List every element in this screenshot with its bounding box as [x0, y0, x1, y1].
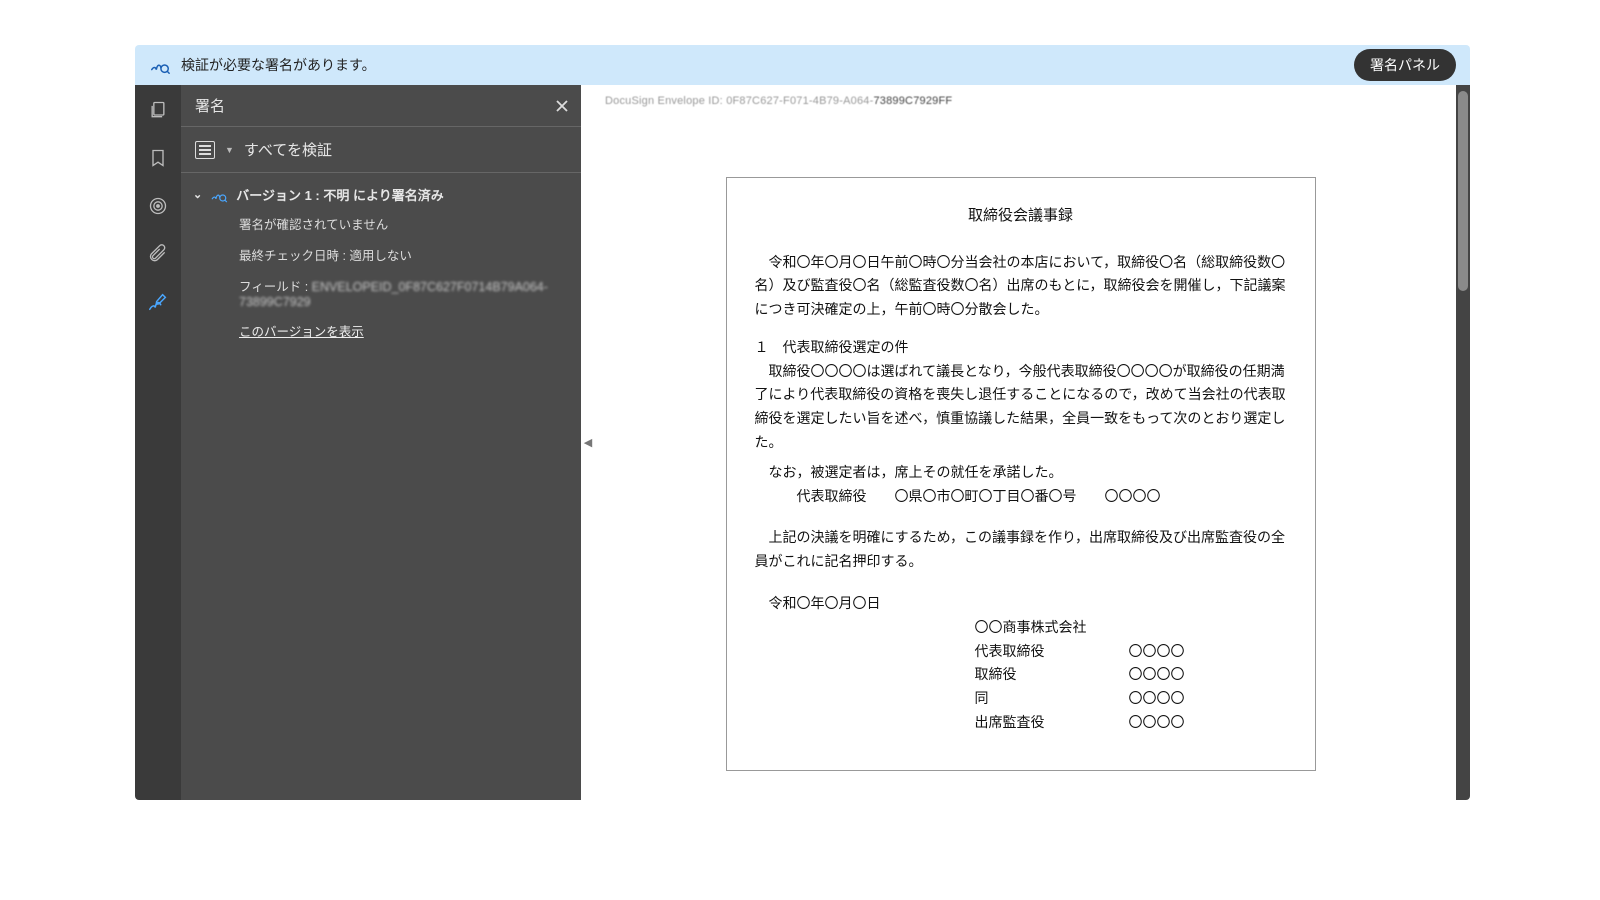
signatory-row: 取締役 〇〇〇〇: [975, 664, 1287, 688]
doc-title: 取締役会議事録: [755, 204, 1287, 230]
notification-message: 検証が必要な署名があります。: [181, 55, 376, 75]
version-head-label: バージョン 1 : 不明 により署名済み: [236, 185, 444, 204]
target-icon[interactable]: [147, 195, 169, 217]
attachment-icon[interactable]: [147, 243, 169, 265]
signature-pen-icon[interactable]: [147, 291, 169, 313]
doc-paragraph: 上記の決議を明確にするため，この議事録を作り，出席取締役及び出席監査役の全員がこ…: [755, 527, 1287, 575]
left-tool-rail: [135, 85, 181, 800]
scrollbar-thumb[interactable]: [1458, 91, 1468, 291]
doc-representative-line: 代表取締役 〇県〇市〇町〇丁目〇番〇号 〇〇〇〇: [755, 486, 1287, 510]
document-viewer: ◀ DocuSign Envelope ID: 0F87C627-F071-4B…: [581, 85, 1470, 800]
signatory-row: 同 〇〇〇〇: [975, 688, 1287, 712]
signatory-row: 代表取締役 〇〇〇〇: [975, 641, 1287, 665]
doc-date: 令和〇年〇月〇日: [755, 593, 1287, 617]
scrollbar[interactable]: [1456, 85, 1470, 800]
app-window: 検証が必要な署名があります。 署名パネル: [135, 45, 1470, 800]
close-icon[interactable]: [555, 99, 569, 113]
verify-all-row[interactable]: ▼ すべてを検証: [181, 127, 581, 173]
signature-notification-bar: 検証が必要な署名があります。 署名パネル: [135, 45, 1470, 85]
show-version-link[interactable]: このバージョンを表示: [239, 321, 567, 340]
doc-section-heading: １ 代表取締役選定の件: [755, 337, 1287, 361]
doc-paragraph: 取締役〇〇〇〇は選ばれて議長となり，今般代表取締役〇〇〇〇が取締役の任期満了によ…: [755, 361, 1287, 456]
panel-title: 署名: [195, 95, 225, 116]
verify-all-label: すべてを検証: [244, 139, 332, 160]
bookmark-icon[interactable]: [147, 147, 169, 169]
options-list-icon: [195, 141, 215, 159]
signature-verify-icon: [149, 54, 171, 76]
doc-paragraph: 令和〇年〇月〇日午前〇時〇分当会社の本店において，取締役〇名（総取締役数〇名）及…: [755, 252, 1287, 323]
signature-lastcheck-label: 最終チェック日時 : 適用しない: [239, 245, 567, 264]
doc-company: 〇〇商事株式会社: [975, 617, 1287, 641]
envelope-id-label: DocuSign Envelope ID: 0F87C627-F071-4B79…: [601, 95, 1440, 107]
pages-icon[interactable]: [147, 99, 169, 121]
signature-unverified-label: 署名が確認されていません: [239, 214, 567, 233]
signature-status-icon: [210, 186, 228, 204]
dropdown-caret-icon: ▼: [225, 145, 234, 155]
signature-version-row[interactable]: ⌄ バージョン 1 : 不明 により署名済み: [193, 185, 567, 204]
doc-note: なお，被選定者は，席上その就任を承諾した。: [755, 462, 1287, 486]
signature-panel-button[interactable]: 署名パネル: [1354, 49, 1456, 81]
signature-field-label: フィールド :: [239, 280, 312, 294]
chevron-down-icon[interactable]: ⌄: [193, 188, 202, 201]
document-page: 取締役会議事録 令和〇年〇月〇日午前〇時〇分当会社の本店において，取締役〇名（総…: [726, 177, 1316, 771]
signature-field-row: フィールド : ENVELOPEID_0F87C627F0714B79A064-…: [239, 276, 567, 309]
collapse-panel-caret-icon[interactable]: ◀: [581, 425, 595, 461]
signatory-row: 出席監査役 〇〇〇〇: [975, 712, 1287, 736]
signature-side-panel: 署名 ▼ すべてを検証 ⌄: [181, 85, 581, 800]
